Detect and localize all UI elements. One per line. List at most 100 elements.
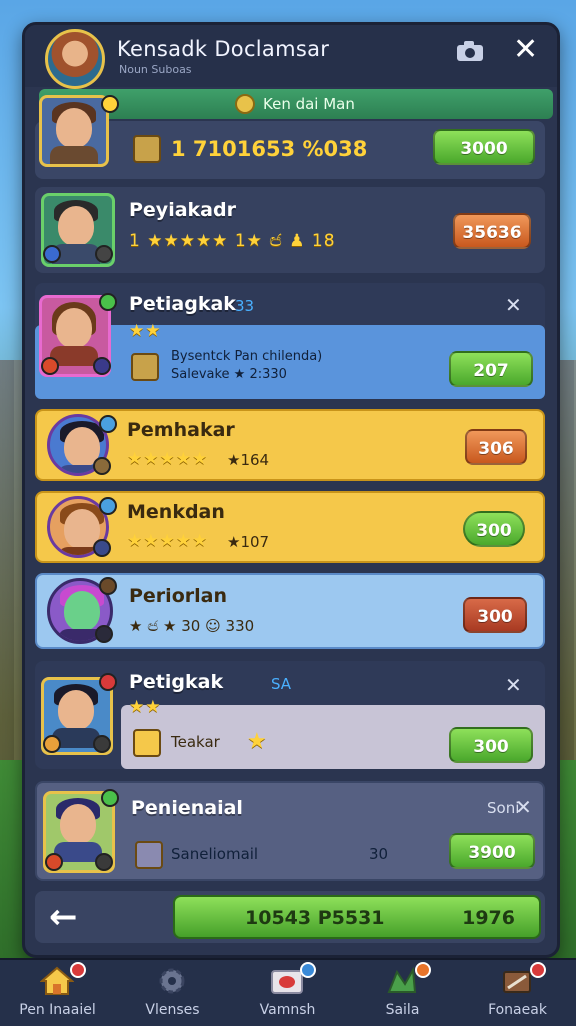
top-player-value: 1 7101653 %038: [171, 137, 368, 161]
item-line-1: Bysentck Pan chilenda): [171, 349, 323, 364]
close-icon[interactable]: ✕: [513, 35, 538, 65]
gold-badge-icon: [101, 95, 119, 113]
notification-dot: [70, 962, 86, 978]
player-stats: ★164: [227, 451, 270, 469]
gear-icon: [159, 968, 185, 994]
player-name: Peyiakadr: [129, 199, 236, 221]
player-score-button[interactable]: 3900: [449, 833, 535, 869]
player-score-button[interactable]: 300: [463, 511, 525, 547]
rank-badge-icon: [93, 357, 111, 375]
top-player-button[interactable]: 3000: [433, 129, 535, 165]
player-name: Petiagkak: [129, 293, 236, 315]
player-name: Penienaial: [131, 797, 243, 819]
rank-badge-icon: [93, 539, 111, 557]
notification-dot: [415, 962, 431, 978]
role-badge-icon: [45, 853, 63, 871]
leaderboard-row[interactable]: Pemhakar ★★★★★ ★164 306: [35, 409, 545, 481]
banner-label: Ken dai Man: [263, 95, 355, 113]
role-badge-icon: [43, 245, 61, 263]
status-badge-icon: [99, 497, 117, 515]
nav-label: Vamnsh: [259, 1002, 316, 1018]
rank-badge-icon: [95, 853, 113, 871]
bottom-nav: Pen Inaaiel Vlenses Vamnsh Saila Fonaeak: [0, 958, 576, 1026]
leaderboard-row[interactable]: Petigkak SA ✕ ★★ Teakar ★ 300: [35, 661, 545, 769]
collapse-icon[interactable]: ✕: [515, 795, 532, 819]
nav-item-settings[interactable]: Vlenses: [115, 960, 230, 1026]
notification-dot: [300, 962, 316, 978]
leaderboard-panel: Kensadk Doclamsar Noun Suboas ✕ Ken dai …: [22, 22, 560, 958]
collapse-icon[interactable]: ✕: [505, 293, 522, 317]
nav-item-home[interactable]: Pen Inaaiel: [0, 960, 115, 1026]
panel-footer: ← 10543 P5531 1976: [35, 891, 545, 943]
status-badge-icon: [99, 293, 117, 311]
player-stats: ★107: [227, 533, 270, 551]
panel-title: Kensadk Doclamsar: [117, 37, 330, 61]
leaderboard-row[interactable]: Petiagkak 33 ✕ ★★ Bysentck Pan chilenda)…: [35, 283, 545, 399]
role-badge-icon: [41, 357, 59, 375]
nav-label: Pen Inaaiel: [19, 1002, 96, 1018]
total-side-value: 1976: [462, 907, 515, 929]
player-name: Menkdan: [127, 501, 225, 523]
rank-badge-icon: [93, 735, 111, 753]
rank-badge-icon: [95, 625, 113, 643]
rank-badge-icon: [95, 245, 113, 263]
card-icon: [131, 353, 159, 381]
player-score-button[interactable]: 300: [463, 597, 527, 633]
player-name: Periorlan: [129, 585, 227, 607]
total-value: 10543 P5531: [245, 907, 385, 929]
top-player-row[interactable]: 1 7101653 %038 3000: [35, 95, 545, 179]
back-arrow-icon[interactable]: ←: [49, 897, 78, 937]
coin-icon: [235, 94, 255, 114]
player-score-button[interactable]: 306: [465, 429, 527, 465]
total-button[interactable]: 10543 P5531 1976: [173, 895, 541, 939]
status-badge-icon: [99, 577, 117, 595]
role-badge-icon: [43, 735, 61, 753]
nav-item-mail[interactable]: Vamnsh: [230, 960, 345, 1026]
star-rating-icon: ★★★★★: [127, 531, 209, 551]
nav-item-map[interactable]: Saila: [345, 960, 460, 1026]
status-badge-icon: [99, 673, 117, 691]
leaderboard-row[interactable]: Menkdan ★★★★★ ★107 300: [35, 491, 545, 563]
player-name: Pemhakar: [127, 419, 235, 441]
player-stats: ★ ඦ ★ 30 ☺ 330: [129, 617, 255, 635]
star-rating-icon: ★★: [129, 321, 162, 341]
player-stats: 1 ★★★★★ 1★ ඦ ♟ 18: [129, 231, 336, 251]
nav-label: Saila: [385, 1002, 420, 1018]
item-line-2: Salevake ★ 2:330: [171, 367, 287, 382]
leaderboard-row[interactable]: Periorlan ★ ඦ ★ 30 ☺ 330 300: [35, 573, 545, 649]
map-icon: [387, 966, 417, 993]
star-icon: ★: [247, 729, 268, 754]
panel-header: Kensadk Doclamsar Noun Suboas ✕: [25, 25, 557, 89]
player-stats: 30: [369, 845, 389, 863]
nav-label: Fonaeak: [488, 1002, 547, 1018]
nav-item-book[interactable]: Fonaeak: [460, 960, 575, 1026]
player-badge-value: 33: [235, 297, 255, 315]
mail-icon: [271, 970, 303, 994]
player-name: Petigkak: [129, 671, 224, 693]
panel-subtitle: Noun Suboas: [119, 63, 192, 76]
top-player-portrait: [39, 95, 109, 167]
player-score-button[interactable]: 207: [449, 351, 533, 387]
star-rating-icon: ★★: [129, 697, 162, 717]
home-icon: [40, 966, 74, 995]
rank-badge-icon: [93, 457, 111, 475]
item-label: Teakar: [171, 733, 220, 751]
trophy-icon: [133, 135, 161, 163]
star-rating-icon: ★★★★★: [127, 449, 209, 469]
player-score-button[interactable]: 35636: [453, 213, 531, 249]
player-avatar[interactable]: [45, 29, 105, 89]
player-score-button[interactable]: 300: [449, 727, 533, 763]
card-icon: [135, 841, 163, 869]
player-badge-value: SA: [271, 675, 292, 693]
item-label: Saneliomail: [171, 845, 259, 863]
leaderboard-row[interactable]: Penienaial Soni ✕ Saneliomail 30 3900: [35, 781, 545, 881]
status-badge-icon: [99, 415, 117, 433]
status-badge-icon: [101, 789, 119, 807]
notification-dot: [530, 962, 546, 978]
book-icon: [503, 971, 531, 993]
star-item-icon: [133, 729, 161, 757]
camera-icon[interactable]: [455, 39, 485, 63]
nav-label: Vlenses: [145, 1002, 200, 1018]
collapse-icon[interactable]: ✕: [505, 673, 522, 697]
leaderboard-row[interactable]: Peyiakadr 1 ★★★★★ 1★ ඦ ♟ 18 35636: [35, 187, 545, 273]
